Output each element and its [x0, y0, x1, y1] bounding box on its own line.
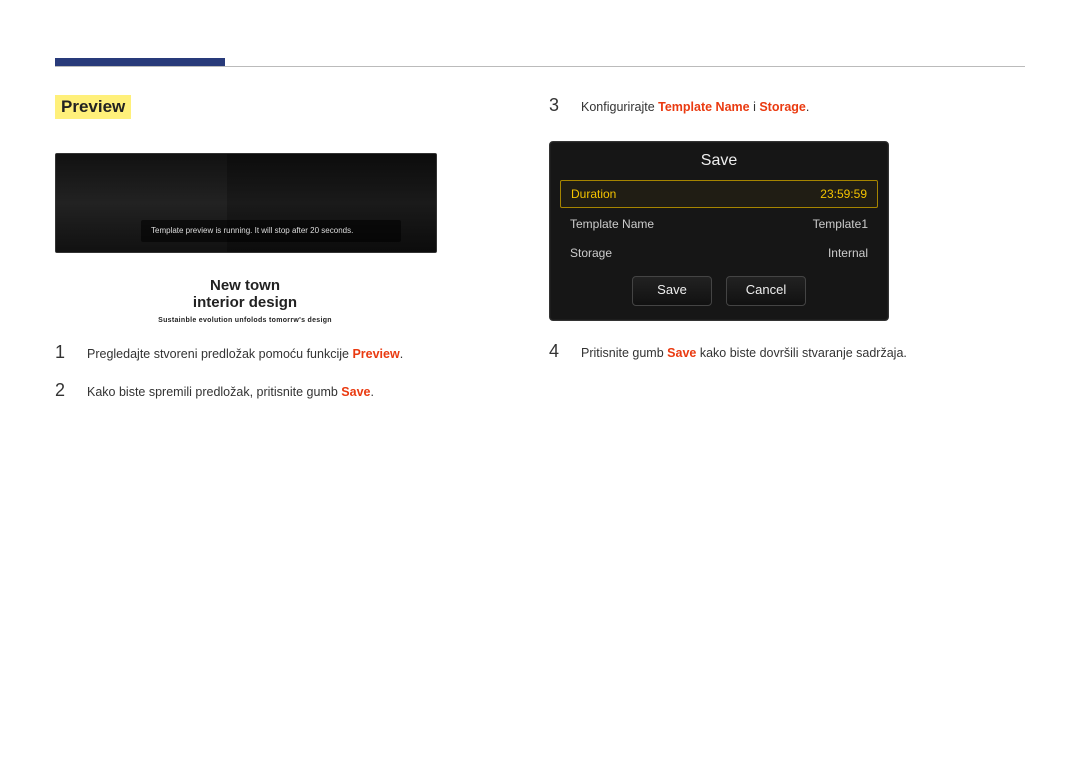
highlight-save: Save: [667, 346, 696, 360]
cancel-button[interactable]: Cancel: [726, 276, 806, 306]
left-step-list: 1 Pregledajte stvoreni predložak pomoću …: [55, 342, 525, 402]
step-text-pre: Kako biste spremili predložak, pritisnit…: [87, 385, 341, 399]
step-text-post: kako biste dovršili stvaranje sadržaja.: [696, 346, 907, 360]
header-divider: [55, 66, 1025, 67]
step-text-pre: Pritisnite gumb: [581, 346, 667, 360]
step-3: 3 Konfigurirajte Template Name i Storage…: [549, 95, 1019, 117]
row-value: Internal: [828, 246, 868, 260]
step-text: Pritisnite gumb Save kako biste dovršili…: [581, 341, 907, 363]
dialog-title: Save: [560, 152, 878, 170]
save-button[interactable]: Save: [632, 276, 712, 306]
step-text-mid: i: [750, 100, 760, 114]
step-text-post: .: [370, 385, 373, 399]
step-1: 1 Pregledajte stvoreni predložak pomoću …: [55, 342, 525, 364]
section-title: Preview: [55, 95, 131, 119]
content-columns: Preview Template preview is running. It …: [55, 95, 1025, 733]
caption-line2: interior design: [55, 294, 435, 311]
caption-line3: Sustainble evolution unfolods tomorrw's …: [55, 317, 435, 324]
step-text-post: .: [806, 100, 809, 114]
row-label: Template Name: [570, 217, 654, 231]
step-number: 3: [549, 95, 567, 116]
step-text: Pregledajte stvoreni predložak pomoću fu…: [87, 345, 403, 364]
step-4: 4 Pritisnite gumb Save kako biste dovrši…: [549, 341, 1019, 363]
step-text: Konfigurirajte Template Name i Storage.: [581, 95, 809, 117]
row-value: 23:59:59: [820, 187, 867, 201]
row-value: Template1: [813, 217, 868, 231]
dialog-row-template-name[interactable]: Template Name Template1: [560, 211, 878, 237]
highlight-template-name: Template Name: [658, 100, 749, 114]
step-text-pre: Pregledajte stvoreni predložak pomoću fu…: [87, 347, 352, 361]
step-text: Kako biste spremili predložak, pritisnit…: [87, 383, 374, 402]
step-2: 2 Kako biste spremili predložak, pritisn…: [55, 380, 525, 402]
page: Preview Template preview is running. It …: [0, 0, 1080, 763]
template-preview-screenshot: Template preview is running. It will sto…: [55, 153, 437, 253]
right-step-list-2: 4 Pritisnite gumb Save kako biste dovrši…: [549, 341, 1019, 363]
step-number: 1: [55, 342, 73, 363]
highlight-preview: Preview: [352, 347, 399, 361]
preview-caption: New town interior design Sustainble evol…: [55, 277, 435, 324]
dialog-buttons: Save Cancel: [560, 276, 878, 306]
highlight-storage: Storage: [759, 100, 806, 114]
column-right: 3 Konfigurirajte Template Name i Storage…: [549, 95, 1019, 733]
row-label: Storage: [570, 246, 612, 260]
column-left: Preview Template preview is running. It …: [55, 95, 525, 733]
step-number: 4: [549, 341, 567, 362]
header-accent-bar: [55, 58, 225, 66]
row-label: Duration: [571, 187, 616, 201]
save-dialog: Save Duration 23:59:59 Template Name Tem…: [549, 141, 889, 321]
highlight-save: Save: [341, 385, 370, 399]
step-number: 2: [55, 380, 73, 401]
right-step-list: 3 Konfigurirajte Template Name i Storage…: [549, 95, 1019, 117]
step-text-post: .: [400, 347, 403, 361]
caption-line1: New town: [55, 277, 435, 294]
dialog-row-storage[interactable]: Storage Internal: [560, 240, 878, 266]
preview-running-toast: Template preview is running. It will sto…: [141, 220, 401, 242]
step-text-pre: Konfigurirajte: [581, 100, 658, 114]
dialog-row-duration[interactable]: Duration 23:59:59: [560, 180, 878, 208]
